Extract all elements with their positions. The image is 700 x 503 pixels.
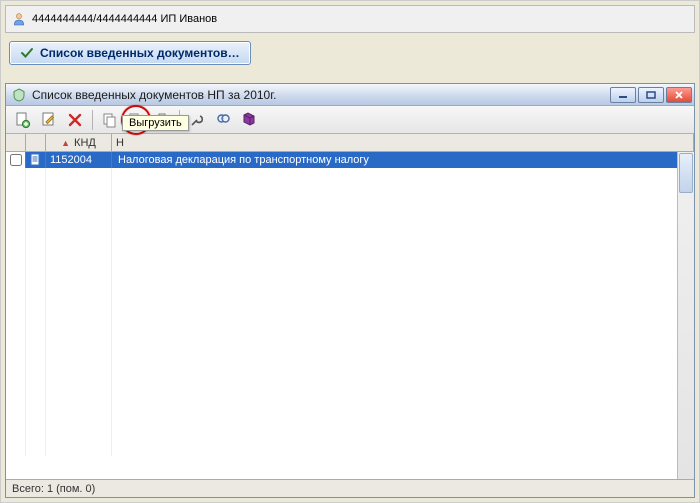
row-knd-cell: 1152004	[46, 152, 112, 168]
window-title: Список введенных документов НП за 2010г.	[32, 88, 604, 102]
column-name[interactable]: Н	[112, 134, 694, 151]
column-checkbox[interactable]	[6, 134, 26, 151]
row-checkbox-cell[interactable]	[6, 152, 26, 168]
toolbar-separator	[92, 110, 93, 130]
grid-body: 1152004 Налоговая декларация по транспор…	[6, 152, 694, 479]
delete-button[interactable]	[63, 108, 87, 132]
row-name-cell: Налоговая декларация по транспортному на…	[112, 152, 694, 168]
main-button-row: Список введенных документов…	[1, 37, 699, 79]
close-button[interactable]	[666, 87, 692, 103]
table-row[interactable]: 1152004 Налоговая декларация по транспор…	[6, 152, 694, 168]
help-button[interactable]	[237, 108, 261, 132]
row-icon-cell	[26, 152, 46, 168]
toolbar	[6, 106, 694, 134]
grid-header: ▲ КНД Н	[6, 134, 694, 152]
column-knd[interactable]: ▲ КНД	[46, 134, 112, 151]
documents-window: Список введенных документов НП за 2010г.	[5, 83, 695, 498]
documents-list-button[interactable]: Список введенных документов…	[9, 41, 251, 65]
column-knd-label: КНД	[74, 137, 96, 149]
maximize-button[interactable]	[638, 87, 664, 103]
column-name-prefix: Н	[116, 137, 124, 149]
row-checkbox[interactable]	[10, 154, 22, 166]
new-document-button[interactable]	[11, 108, 35, 132]
status-text: Всего: 1 (пом. 0)	[12, 483, 95, 495]
find-button[interactable]	[211, 108, 235, 132]
column-icon[interactable]	[26, 134, 46, 151]
status-bar: Всего: 1 (пом. 0)	[6, 479, 694, 497]
documents-list-button-label: Список введенных документов…	[40, 46, 240, 60]
empty-grid-area	[6, 168, 694, 456]
export-tooltip: Выгрузить	[122, 115, 189, 131]
copy-button[interactable]	[98, 108, 122, 132]
edit-button[interactable]	[37, 108, 61, 132]
user-info-text: 4444444444/4444444444 ИП Иванов	[32, 13, 217, 25]
user-info-bar: 4444444444/4444444444 ИП Иванов	[5, 5, 695, 33]
person-icon	[12, 12, 26, 26]
window-titlebar: Список введенных документов НП за 2010г.	[6, 84, 694, 106]
window-icon	[12, 88, 26, 102]
vertical-scrollbar-thumb[interactable]	[679, 153, 693, 193]
sort-indicator-icon: ▲	[61, 138, 70, 148]
check-icon	[20, 46, 34, 60]
minimize-button[interactable]	[610, 87, 636, 103]
